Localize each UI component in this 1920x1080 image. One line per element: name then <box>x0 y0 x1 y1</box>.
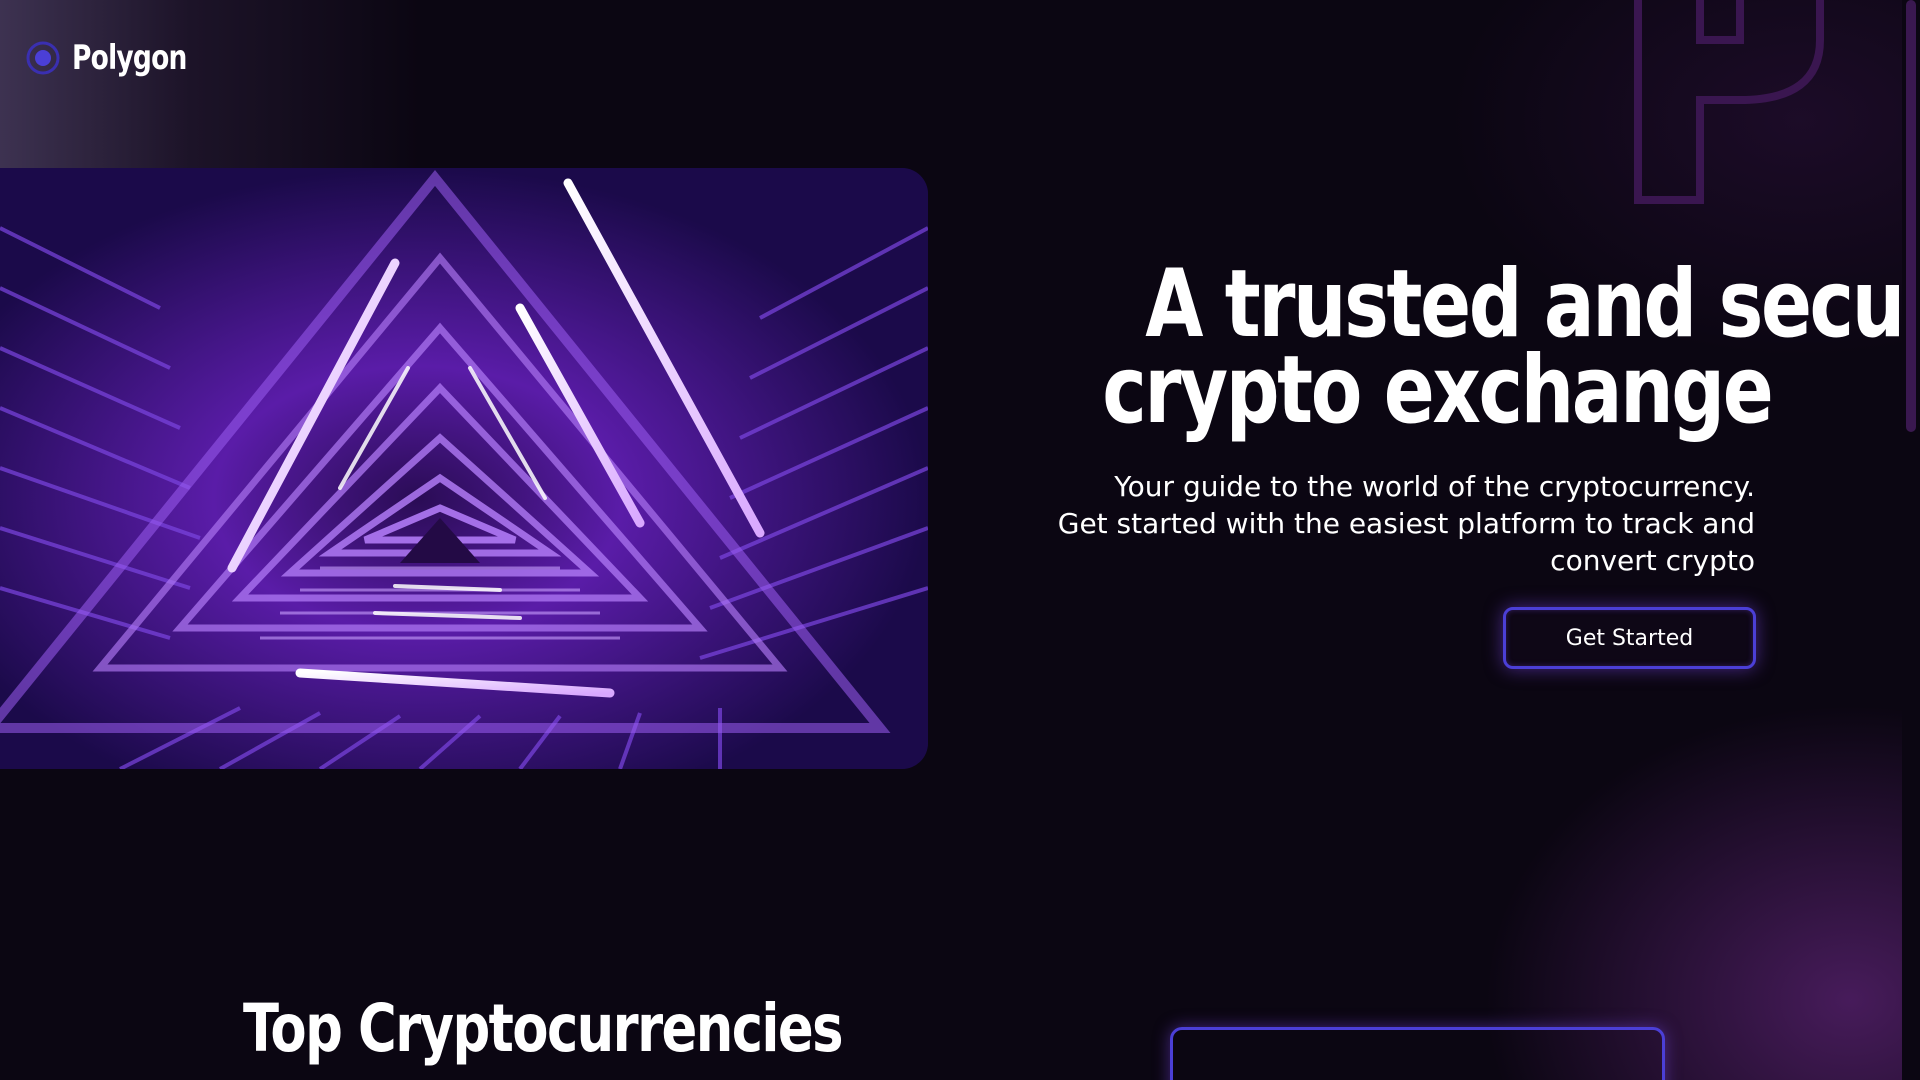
header-glow <box>0 0 420 170</box>
hero-staircase-image <box>0 168 928 769</box>
hero-subtitle-line-2: Get started with the easiest platform to… <box>1057 507 1755 540</box>
hero-title: A trusted and secure crypto exchange <box>935 258 1920 438</box>
crypto-card[interactable] <box>1170 1027 1665 1080</box>
hero-subtitle-line-1: Your guide to the world of the cryptocur… <box>1114 470 1755 503</box>
top-cryptocurrencies-heading: Top Cryptocurrencies <box>243 990 844 1067</box>
get-started-button[interactable]: Get Started <box>1503 607 1756 669</box>
scrollbar-thumb[interactable] <box>1906 0 1916 432</box>
landing-page: Polygon A trusted and secure crypto exch… <box>0 0 1920 1080</box>
page-scrollbar[interactable] <box>1902 0 1920 1080</box>
p-outline-decoration <box>1634 0 1824 204</box>
brand-logo[interactable]: Polygon <box>26 38 219 78</box>
brand-name: Polygon <box>72 38 187 78</box>
hero-subtitle-line-3: convert crypto <box>1550 544 1755 577</box>
hero-subtitle: Your guide to the world of the cryptocur… <box>975 468 1755 579</box>
staircase-illustration <box>0 168 928 769</box>
polygon-logo-icon <box>26 41 60 75</box>
hero-title-line-2: crypto exchange <box>1102 336 1773 445</box>
